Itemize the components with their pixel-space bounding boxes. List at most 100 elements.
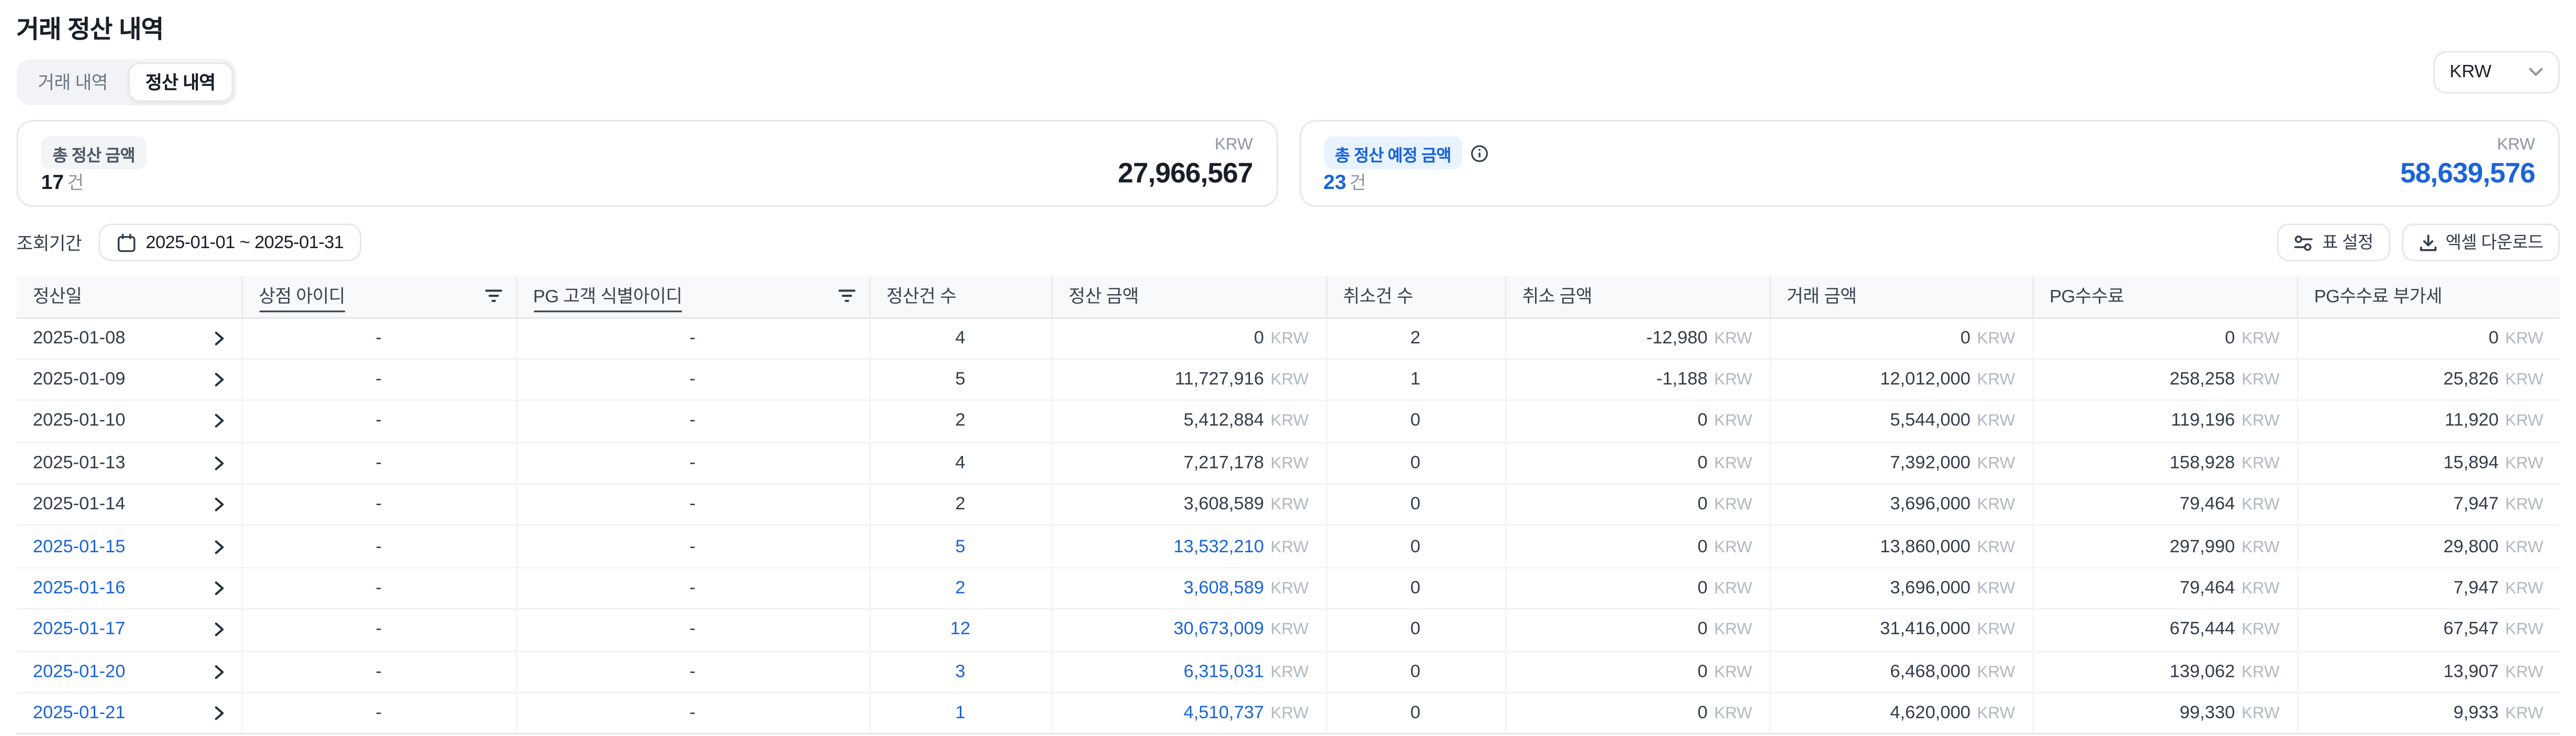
cancel-count-cell: 2: [1326, 317, 1505, 359]
currency-suffix: KRW: [2505, 580, 2544, 598]
expand-row-button[interactable]: [211, 413, 226, 429]
currency-select[interactable]: KRW: [2433, 51, 2560, 94]
currency-suffix: KRW: [1977, 705, 2015, 723]
pg-fee-vat-cell: 29,800KRW: [2297, 526, 2560, 567]
pg-customer-id-cell: -: [516, 567, 869, 609]
currency-suffix: KRW: [2505, 330, 2544, 348]
settlement-date: 2025-01-13: [33, 453, 126, 473]
excel-download-button[interactable]: 엑셀 다운로드: [2401, 224, 2560, 261]
pg-fee-vat-cell: 11,920KRW: [2297, 400, 2560, 442]
cancel-count-cell: 0: [1326, 526, 1505, 567]
settle-amount-cell: 11,727,916KRW: [1051, 359, 1326, 401]
cancel-count-cell: 0: [1326, 693, 1505, 734]
settlement-table: 정산일 상점 아이디 PG 고객 식별아이디: [16, 276, 2559, 735]
table-row[interactable]: 2025-01-16 - - 2 3,608,589KRW 0 0KRW 3,6…: [16, 567, 2559, 609]
settlement-date-cell: 2025-01-20: [16, 651, 241, 693]
cancel-count-cell: 0: [1326, 400, 1505, 442]
expand-row-button[interactable]: [211, 580, 226, 596]
settle-count-cell: 5: [869, 526, 1051, 567]
currency-suffix: KRW: [1714, 330, 1752, 348]
currency-suffix: KRW: [1271, 664, 1309, 682]
expand-row-button[interactable]: [211, 330, 226, 346]
expand-row-button[interactable]: [211, 622, 226, 638]
sliders-icon: [2294, 234, 2314, 250]
pg-fee-cell: 158,928KRW: [2032, 442, 2297, 484]
currency-suffix: KRW: [2242, 330, 2280, 348]
expand-row-button[interactable]: [211, 705, 226, 721]
merchant-id-cell: -: [241, 693, 516, 734]
chevron-right-icon: [211, 497, 226, 513]
currency-suffix: KRW: [1714, 664, 1752, 682]
currency-suffix: KRW: [2242, 497, 2280, 515]
settle-count-cell: 1: [869, 693, 1051, 734]
table-settings-label: 표 설정: [2322, 230, 2373, 254]
table-row[interactable]: 2025-01-15 - - 5 13,532,210KRW 0 0KRW 13…: [16, 526, 2559, 567]
settled-count-unit: 건: [67, 174, 84, 194]
total-settled-card: 총 정산 금액 17건 KRW 27,966,567: [16, 120, 1277, 207]
currency-suffix: KRW: [1271, 705, 1309, 723]
table-settings-button[interactable]: 표 설정: [2278, 224, 2390, 261]
date-range-label: 조회기간: [16, 229, 82, 255]
table-header-row: 정산일 상점 아이디 PG 고객 식별아이디: [16, 276, 2559, 317]
pg-fee-vat-cell: 13,907KRW: [2297, 651, 2560, 693]
table-row[interactable]: 2025-01-14 - - 2 3,608,589KRW 0 0KRW 3,6…: [16, 484, 2559, 526]
table-row[interactable]: 2025-01-20 - - 3 6,315,031KRW 0 0KRW 6,4…: [16, 651, 2559, 693]
pg-customer-id-cell: -: [516, 400, 869, 442]
table-row[interactable]: 2025-01-09 - - 5 11,727,916KRW 1 -1,188K…: [16, 359, 2559, 401]
chevron-right-icon: [211, 372, 226, 388]
currency-suffix: KRW: [2242, 413, 2280, 431]
cancel-count-cell: 0: [1326, 609, 1505, 651]
table-row[interactable]: 2025-01-10 - - 2 5,412,884KRW 0 0KRW 5,5…: [16, 400, 2559, 442]
chevron-right-icon: [211, 580, 226, 596]
currency-select-value: KRW: [2450, 62, 2492, 82]
currency-suffix: KRW: [1271, 413, 1309, 431]
currency-suffix: KRW: [1977, 330, 2015, 348]
pg-fee-cell: 79,464KRW: [2032, 484, 2297, 526]
filter-icon[interactable]: [484, 289, 502, 304]
settled-amount: 27,966,567: [1118, 158, 1253, 191]
pg-fee-vat-cell: 67,547KRW: [2297, 609, 2560, 651]
merchant-id-cell: -: [241, 567, 516, 609]
settlement-date: 2025-01-08: [33, 328, 126, 348]
cancel-count-cell: 0: [1326, 484, 1505, 526]
settle-count-cell: 4: [869, 317, 1051, 359]
table-row[interactable]: 2025-01-13 - - 4 7,217,178KRW 0 0KRW 7,3…: [16, 442, 2559, 484]
date-range-button[interactable]: 2025-01-01 ~ 2025-01-31: [98, 224, 362, 261]
pg-customer-id-cell: -: [516, 651, 869, 693]
settlement-date-cell: 2025-01-13: [16, 442, 241, 484]
excel-download-label: 엑셀 다운로드: [2446, 230, 2544, 254]
currency-suffix: KRW: [1271, 622, 1309, 640]
expand-row-button[interactable]: [211, 497, 226, 513]
settle-count-cell: 2: [869, 400, 1051, 442]
currency-suffix: KRW: [1714, 705, 1752, 723]
currency-suffix: KRW: [2242, 622, 2280, 640]
settlement-date-cell: 2025-01-10: [16, 400, 241, 442]
pg-customer-id-cell: -: [516, 693, 869, 734]
currency-suffix: KRW: [1271, 580, 1309, 598]
table-row[interactable]: 2025-01-21 - - 1 4,510,737KRW 0 0KRW 4,6…: [16, 693, 2559, 734]
table-row[interactable]: 2025-01-08 - - 4 0KRW 2 -12,980KRW 0KRW …: [16, 317, 2559, 359]
table-row[interactable]: 2025-01-17 - - 12 30,673,009KRW 0 0KRW 3…: [16, 609, 2559, 651]
expand-row-button[interactable]: [211, 664, 226, 680]
expand-row-button[interactable]: [211, 455, 226, 471]
currency-suffix: KRW: [1271, 455, 1309, 473]
currency-suffix: KRW: [2505, 455, 2544, 473]
currency-suffix: KRW: [1271, 497, 1309, 515]
merchant-id-cell: -: [241, 526, 516, 567]
settlement-date: 2025-01-16: [33, 578, 126, 598]
col-pg-fee-vat: PG수수료 부가세: [2297, 276, 2560, 317]
total-expected-card: 총 정산 예정 금액 23건 KRW 58,639,576: [1299, 120, 2560, 207]
currency-suffix: KRW: [1714, 580, 1752, 598]
currency-suffix: KRW: [2242, 580, 2280, 598]
expand-row-button[interactable]: [211, 372, 226, 388]
filter-icon[interactable]: [837, 289, 855, 304]
expand-row-button[interactable]: [211, 539, 226, 555]
tab-transaction-history[interactable]: 거래 내역: [20, 62, 126, 102]
settled-badge: 총 정산 금액: [41, 137, 146, 170]
settlement-date: 2025-01-20: [33, 662, 126, 682]
tab-settlement-history[interactable]: 정산 내역: [127, 62, 233, 102]
pg-fee-cell: 675,444KRW: [2032, 609, 2297, 651]
col-pg-customer-id: PG 고객 식별아이디: [516, 276, 869, 317]
info-icon[interactable]: [1471, 144, 1489, 162]
cancel-amount-cell: 0KRW: [1505, 484, 1769, 526]
